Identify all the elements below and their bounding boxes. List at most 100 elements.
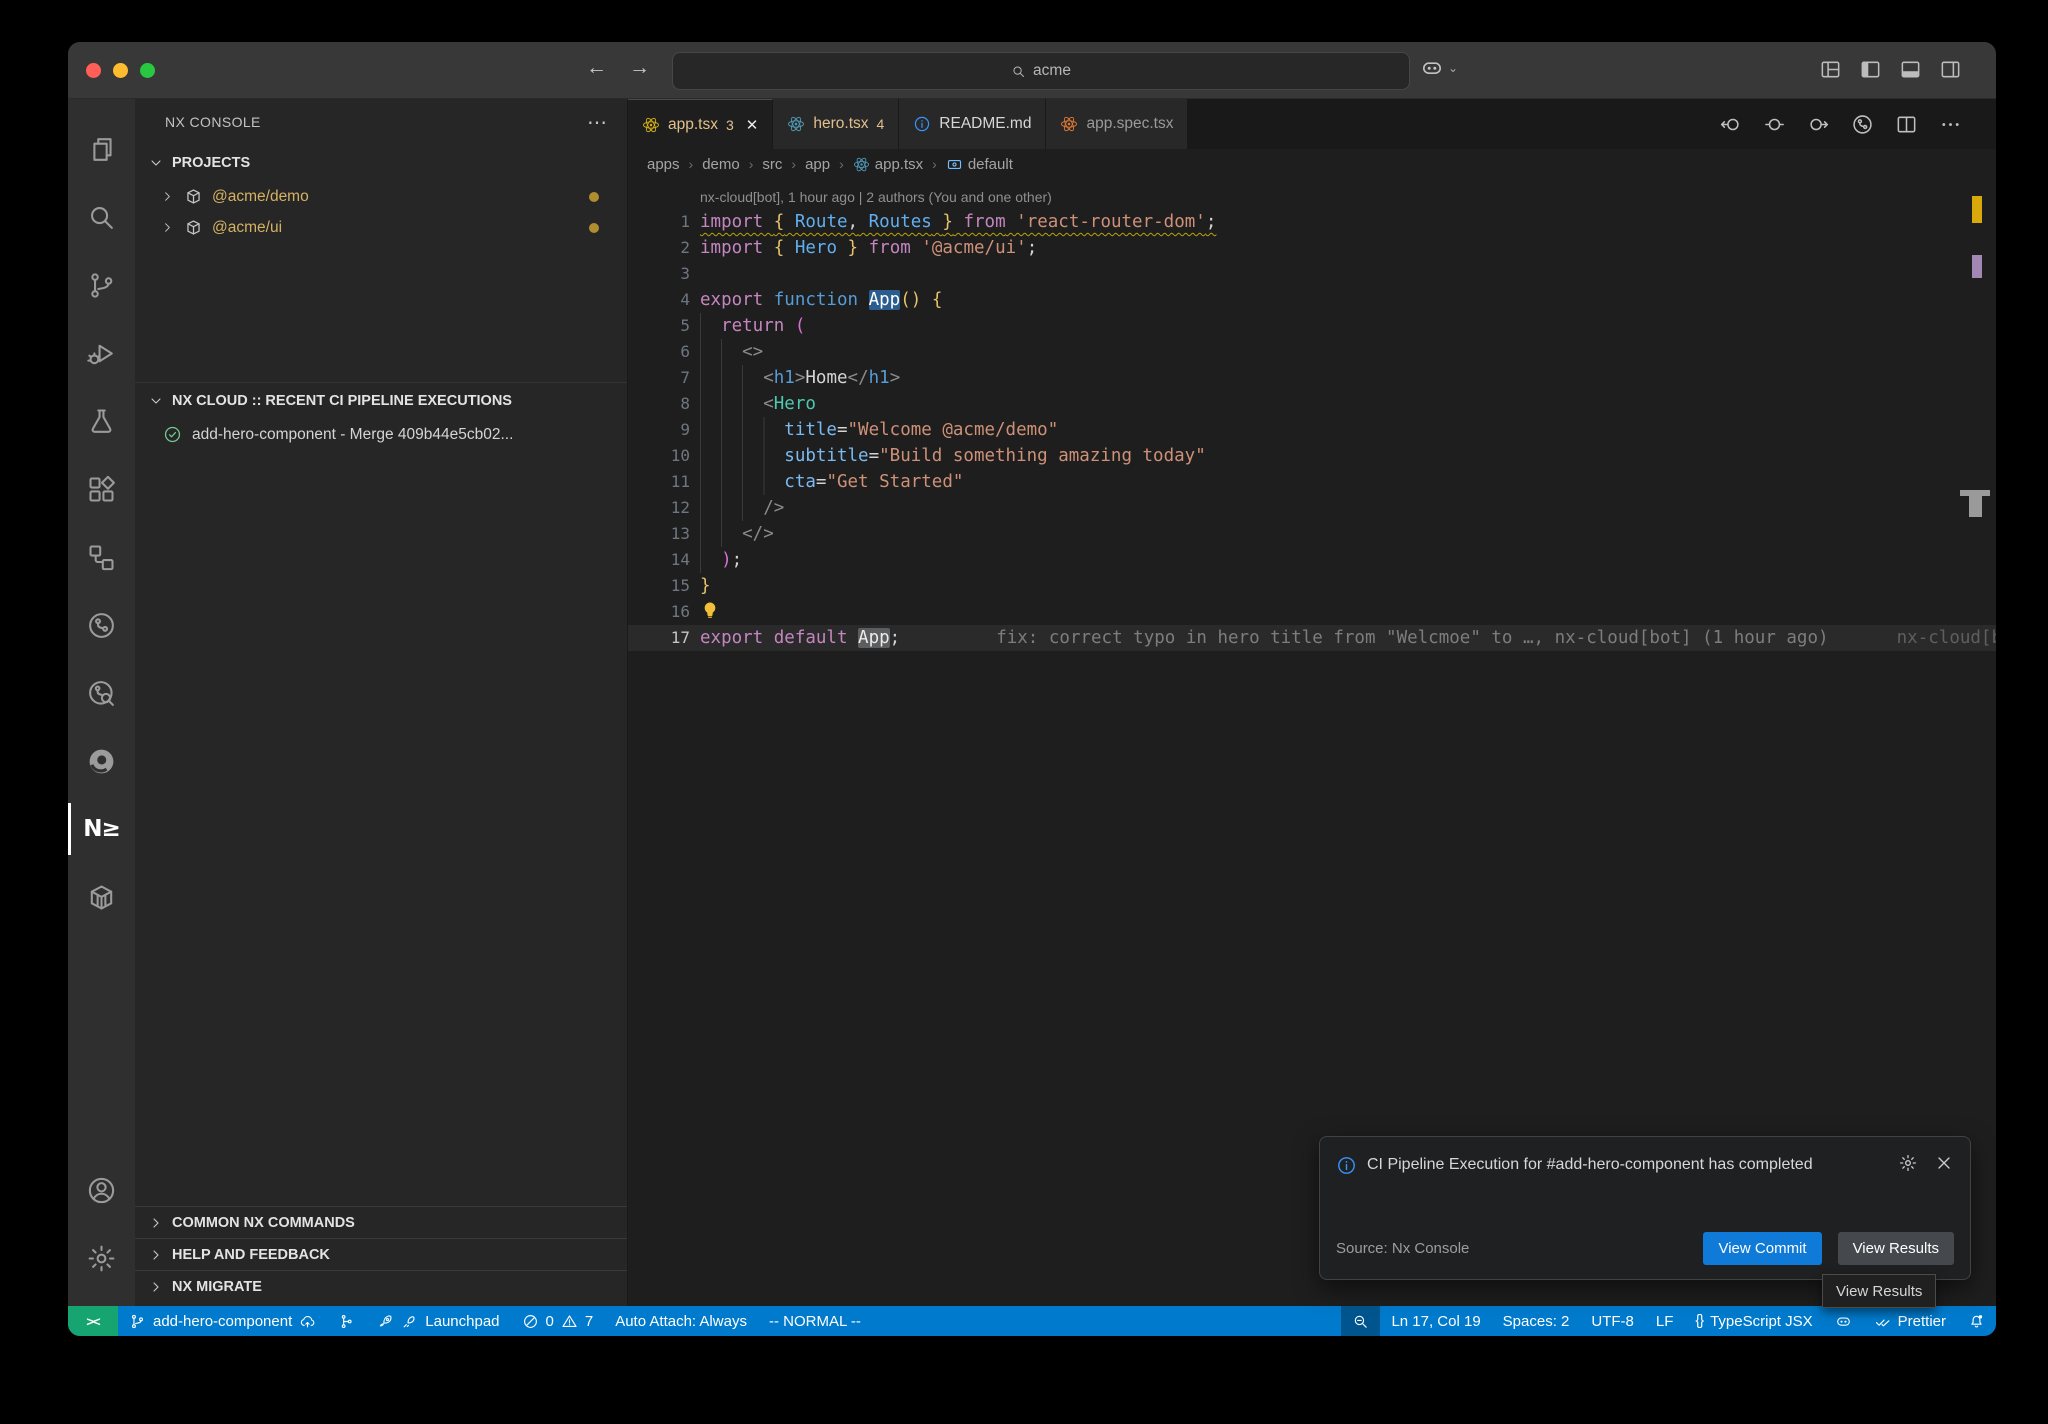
lightbulb-icon[interactable] [700, 600, 720, 620]
pipeline-execution-label: add-hero-component - Merge 409b44e5cb02.… [192, 426, 513, 444]
nav-back-icon[interactable] [1719, 113, 1742, 136]
breadcrumb-item[interactable]: default [946, 156, 1013, 173]
activity-item-nx-console[interactable]: N≥ [68, 795, 135, 863]
title-bar: ← → acme ⌄ [68, 42, 1996, 99]
status-language-mode[interactable]: {}TypeScript JSX [1684, 1306, 1823, 1336]
code-line-13: 13</> [628, 521, 1996, 547]
projects-section-header[interactable]: PROJECTS [135, 145, 627, 181]
collapsed-section-nx-migrate[interactable]: NX MIGRATE [135, 1270, 627, 1302]
line-number: 10 [628, 443, 690, 469]
status-remote-indicator[interactable]: >< [68, 1306, 118, 1336]
more-actions-icon[interactable]: ⋯ [587, 110, 609, 135]
notification-close[interactable] [1934, 1153, 1954, 1173]
command-center-search[interactable]: acme [672, 52, 1410, 90]
status-cursor-position[interactable]: Ln 17, Col 19 [1380, 1306, 1491, 1336]
nav-middle-icon[interactable] [1763, 113, 1786, 136]
tab-readme-md[interactable]: README.md [899, 99, 1046, 149]
forward-arrow-icon[interactable]: → [629, 56, 650, 80]
status-text: -- NORMAL -- [769, 1313, 861, 1330]
activity-item-run-debug[interactable] [68, 319, 135, 387]
code-line-content: import { Route, Routes } from 'react-rou… [700, 209, 1216, 235]
line-number: 5 [628, 313, 690, 339]
nav-forward-icon[interactable] [1807, 113, 1830, 136]
close-window-button[interactable] [86, 63, 101, 78]
activity-item-project-graph[interactable] [68, 523, 135, 591]
minimize-window-button[interactable] [113, 63, 128, 78]
activity-item-accounts[interactable] [68, 1160, 135, 1220]
breadcrumb-item[interactable]: src [762, 156, 782, 173]
breadcrumb-item[interactable]: app [805, 156, 830, 173]
gear-icon [86, 1243, 117, 1274]
activity-item-extensions[interactable] [68, 455, 135, 523]
boxes-icon [86, 542, 117, 573]
code-line-16: 16 [628, 599, 1996, 625]
status-git-graph-status[interactable] [327, 1306, 366, 1336]
indent-guides [700, 443, 784, 469]
code-line-content: /> [700, 495, 784, 521]
line-number: 11 [628, 469, 690, 495]
activity-item-testing[interactable] [68, 387, 135, 455]
code-line-17: 17 export default App;fix: correct typo i… [628, 625, 1996, 651]
activity-item-settings[interactable] [68, 1228, 135, 1288]
panel-bottom-icon[interactable] [1899, 58, 1922, 81]
status-vim-mode[interactable]: -- NORMAL -- [758, 1306, 872, 1336]
chevron-down-icon: ⌄ [1448, 61, 1458, 75]
status-formatter[interactable]: Prettier [1863, 1306, 1957, 1336]
projects-tree: @acme/demo@acme/ui [135, 181, 627, 243]
panel-left-icon[interactable] [1859, 58, 1882, 81]
container-icon [86, 882, 117, 913]
breadcrumb-item[interactable]: app.tsx [853, 156, 923, 173]
notification-settings[interactable] [1898, 1153, 1918, 1173]
tab-hero-tsx[interactable]: hero.tsx4 [773, 99, 899, 149]
project-item[interactable]: @acme/demo [135, 181, 627, 212]
activity-item-explorer[interactable] [68, 115, 135, 183]
project-item[interactable]: @acme/ui [135, 212, 627, 243]
back-arrow-icon[interactable]: ← [586, 56, 607, 80]
activity-item-containers[interactable] [68, 863, 135, 931]
tab-close-icon[interactable]: ✕ [746, 116, 759, 134]
collapsed-section-help-and-feedback[interactable]: HELP AND FEEDBACK [135, 1238, 627, 1270]
activity-item-edge-tools[interactable] [68, 727, 135, 795]
tab-app-tsx[interactable]: app.tsx3✕ [628, 99, 773, 149]
activity-item-source-control[interactable] [68, 251, 135, 319]
status-copilot-status[interactable] [1824, 1306, 1863, 1336]
status-indentation[interactable]: Spaces: 2 [1492, 1306, 1581, 1336]
code-line-content: export default App;fix: correct typo in … [700, 625, 1829, 651]
tab-app-spec-tsx[interactable]: app.spec.tsx [1046, 99, 1188, 149]
status-launchpad[interactable]: Launchpad [366, 1306, 510, 1336]
remote-glyph: >< [86, 1314, 99, 1329]
pipeline-execution-item[interactable]: add-hero-component - Merge 409b44e5cb02.… [135, 419, 627, 450]
activity-item-git-graph[interactable] [68, 591, 135, 659]
breadcrumb-item[interactable]: apps [647, 156, 680, 173]
code-line-content: <Hero [700, 391, 816, 417]
overview-modified-mark [1972, 255, 1982, 278]
copilot-menu[interactable]: ⌄ [1420, 56, 1458, 80]
breadcrumb-separator: › [689, 156, 694, 172]
git-graph-view-icon[interactable] [1851, 113, 1874, 136]
nx-cloud-section-header[interactable]: NX CLOUD :: RECENT CI PIPELINE EXECUTION… [135, 383, 627, 419]
status-eol[interactable]: LF [1645, 1306, 1685, 1336]
line-number: 7 [628, 365, 690, 391]
more-actions-icon[interactable] [1939, 113, 1962, 136]
breadcrumb-label: app [805, 156, 830, 173]
split-editor-icon[interactable] [1895, 113, 1918, 136]
status-encoding[interactable]: UTF-8 [1580, 1306, 1645, 1336]
chev-right-icon [148, 1279, 164, 1295]
status-auto-attach[interactable]: Auto Attach: Always [604, 1306, 758, 1336]
activity-item-search[interactable] [68, 183, 135, 251]
panel-right-icon[interactable] [1939, 58, 1962, 81]
line-number: 17 [628, 625, 690, 651]
zoom-window-button[interactable] [140, 63, 155, 78]
status-notifications-bell[interactable] [1957, 1306, 1996, 1336]
activity-item-git-graph-search[interactable] [68, 659, 135, 727]
breadcrumb-item[interactable]: demo [702, 156, 740, 173]
status-git-branch[interactable]: add-hero-component [118, 1306, 327, 1336]
screenshot: ← → acme ⌄ N≥ NX CONSOLE ⋯ [0, 0, 2048, 1424]
status-zoom-level[interactable] [1341, 1306, 1380, 1336]
view-commit-button[interactable]: View Commit [1703, 1232, 1821, 1265]
view-results-button[interactable]: View Results [1838, 1232, 1954, 1265]
status-problems[interactable]: 07 [511, 1306, 605, 1336]
layout-grid-icon[interactable] [1819, 58, 1842, 81]
collapsed-section-common-nx-commands[interactable]: COMMON NX COMMANDS [135, 1206, 627, 1238]
tab-label: README.md [939, 115, 1031, 133]
